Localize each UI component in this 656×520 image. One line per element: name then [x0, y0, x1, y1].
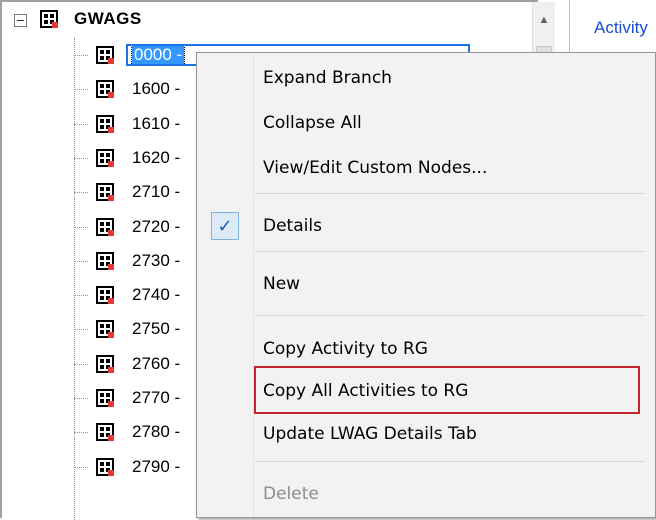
menu-item-details[interactable]: ✓ Details [197, 208, 653, 244]
activity-node-icon [96, 389, 114, 407]
tree-connector-line [74, 123, 88, 125]
menu-separator [255, 193, 645, 194]
activity-node-icon [96, 286, 114, 305]
activity-node-icon [96, 46, 114, 64]
highlight-annotation [254, 366, 640, 414]
tree-node-label[interactable]: 2780 - [132, 422, 180, 442]
tree-node-label[interactable]: 2730 - [132, 251, 180, 271]
activity-node-icon [96, 354, 114, 373]
activity-node-icon [96, 217, 114, 236]
menu-item-label: Details [263, 216, 322, 236]
tree-node-label[interactable]: 2790 - [132, 457, 180, 477]
tree-node-label[interactable]: 2710 - [132, 182, 180, 202]
tree-connector-line [74, 192, 88, 194]
menu-item-label: New [263, 274, 301, 294]
tree-node-label[interactable]: 2740 - [132, 285, 180, 305]
activity-node-icon [96, 320, 114, 339]
menu-item-copy-activity-to-rg[interactable]: Copy Activity to RG [197, 331, 653, 367]
menu-separator [255, 315, 645, 316]
menu-item-new[interactable]: New [197, 266, 653, 302]
tree-node-label[interactable]: 2750 - [132, 319, 180, 339]
activity-node-icon [96, 251, 114, 270]
check-icon: ✓ [211, 212, 239, 240]
context-menu: Expand Branch Collapse All View/Edit Custo… [196, 52, 656, 518]
activity-node-icon [96, 457, 114, 476]
tree-connector-line [74, 466, 88, 468]
activity-node-icon [96, 80, 114, 99]
menu-item-update-lwag-details-tab[interactable]: Update LWAG Details Tab [197, 416, 653, 452]
tree-node-label[interactable]: 2720 - [132, 217, 180, 237]
tree-connector-line [74, 295, 88, 297]
menu-item-label: Expand Branch [263, 68, 392, 88]
tree-root-row[interactable]: GWAGS [2, 4, 522, 34]
menu-item-label: View/Edit Custom Nodes... [263, 158, 488, 178]
tree-connector-line [74, 226, 88, 228]
tree-connector-line [74, 432, 88, 434]
tree-node-label[interactable]: 1610 - [132, 114, 180, 134]
tree-node-label[interactable]: 1620 - [132, 148, 180, 168]
menu-item-expand-branch[interactable]: Expand Branch [197, 60, 653, 96]
tree-root-label[interactable]: GWAGS [74, 9, 142, 29]
menu-item-label: Delete [263, 484, 319, 504]
tree-connector-line [74, 260, 88, 262]
menu-item-label: Collapse All [263, 113, 362, 133]
menu-separator [255, 251, 645, 252]
menu-separator [255, 461, 645, 462]
tree-node-label[interactable]: 2770 - [132, 388, 180, 408]
menu-item-view-edit-custom-nodes[interactable]: View/Edit Custom Nodes... [197, 150, 653, 186]
activity-node-icon [96, 114, 114, 133]
activity-node-icon [96, 183, 114, 202]
activity-node-icon [96, 148, 114, 167]
scroll-up-arrow-icon[interactable]: ▲ [535, 2, 553, 38]
tree-connector-line [74, 55, 88, 56]
menu-item-collapse-all[interactable]: Collapse All [197, 105, 653, 141]
activity-node-icon [96, 423, 114, 442]
tree-node-label[interactable]: 1600 - [132, 79, 180, 99]
activity-node-icon [40, 10, 58, 28]
tab-activity[interactable]: Activity [594, 18, 648, 38]
tree-node-label[interactable]: 2760 - [132, 354, 180, 374]
tree-connector-line [74, 89, 88, 91]
tree-connector-line [74, 398, 88, 399]
tree-connector-line [74, 329, 88, 331]
menu-item-label: Copy Activity to RG [263, 339, 428, 359]
collapse-minus-icon[interactable] [14, 14, 27, 27]
tree-connector-line [74, 363, 88, 365]
menu-item-label: Update LWAG Details Tab [263, 424, 477, 444]
menu-item-delete[interactable]: Delete [197, 476, 653, 512]
tree-connector-line [74, 157, 88, 159]
